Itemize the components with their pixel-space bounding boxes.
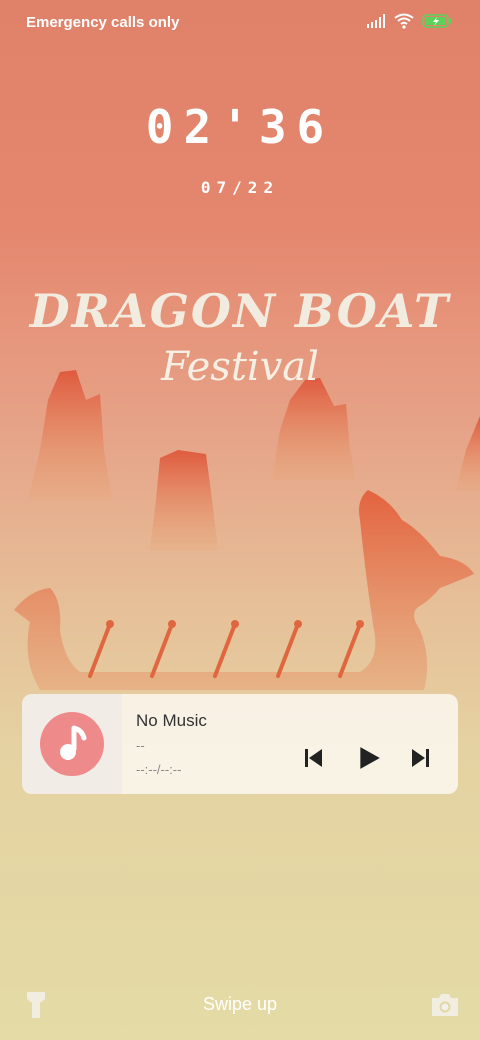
dragon-boat (14, 490, 474, 690)
track-time: --:--/--:-- (136, 762, 182, 777)
status-bar: Emergency calls only (0, 0, 480, 44)
rock-middle (150, 450, 218, 550)
boat-oars (88, 622, 362, 678)
signal-icon (367, 14, 385, 28)
swipe-up-hint[interactable]: Swipe up (0, 994, 480, 1015)
camera-icon[interactable] (430, 992, 460, 1018)
rock-far-right (456, 416, 480, 490)
lockscreen-date: 07/22 (200, 178, 280, 197)
wallpaper-title: DRAGON BOAT (29, 284, 451, 338)
wallpaper-scene (14, 370, 480, 690)
play-icon[interactable] (356, 745, 382, 771)
carrier-label: Emergency calls only (26, 14, 180, 31)
music-widget[interactable]: No Music -- --:--/--:-- (22, 694, 458, 794)
track-title: No Music (136, 711, 207, 730)
album-art (22, 694, 122, 794)
track-artist: -- (136, 738, 145, 753)
music-note-icon (40, 712, 104, 776)
lockscreen-clock: 02'36 (145, 100, 335, 154)
wallpaper-subtitle: Festival (161, 344, 319, 390)
oar-tips (106, 620, 364, 628)
previous-icon[interactable] (302, 746, 326, 770)
rock-right (272, 378, 356, 480)
battery-charging-icon (422, 14, 451, 28)
wifi-icon (394, 13, 414, 29)
next-icon[interactable] (408, 746, 432, 770)
status-icons (366, 13, 452, 29)
